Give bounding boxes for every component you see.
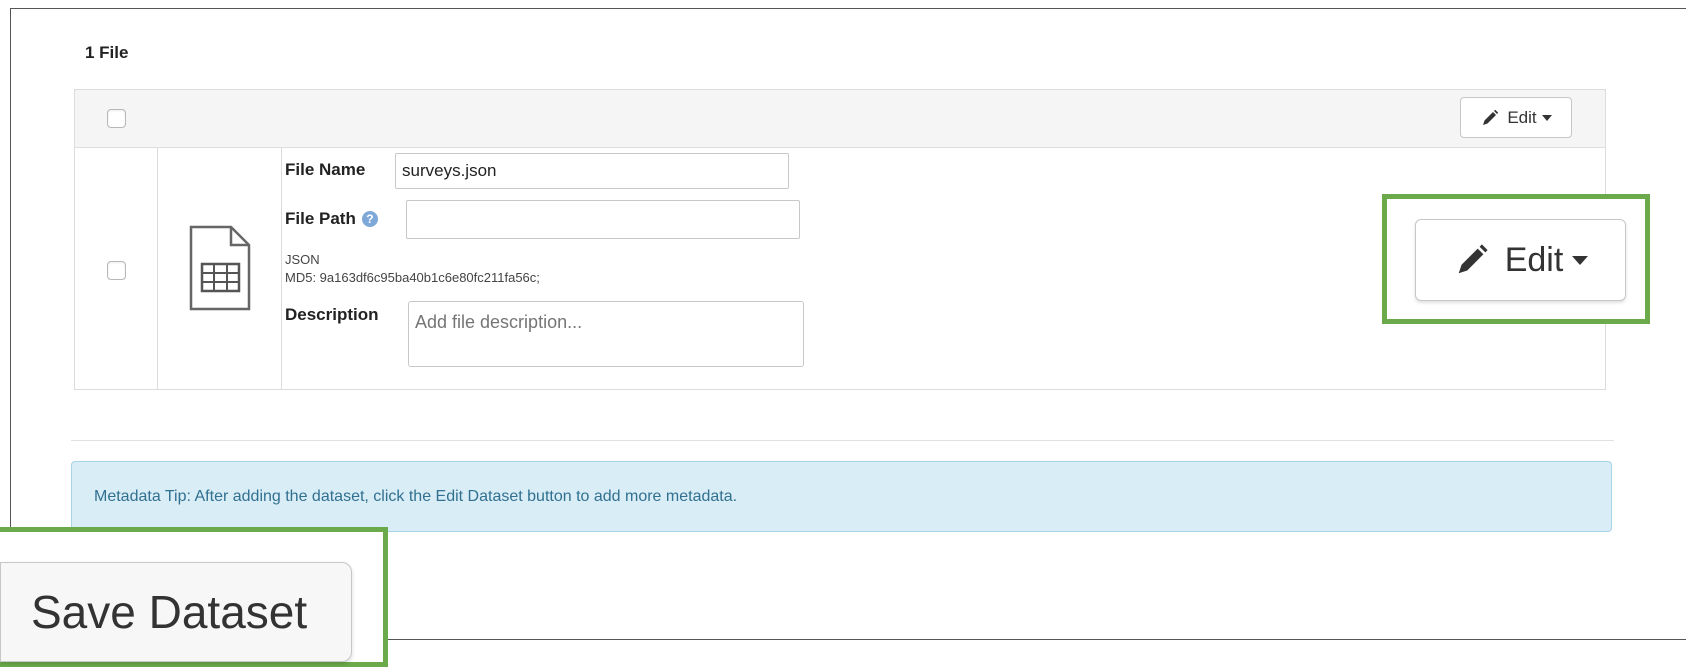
- edit-dropdown-button[interactable]: Edit: [1460, 97, 1572, 138]
- file-name-input[interactable]: [395, 153, 789, 189]
- chevron-down-icon: [1541, 114, 1552, 121]
- column-divider: [157, 147, 158, 389]
- edit-button-label: Edit: [1507, 107, 1537, 127]
- pencil-icon: [1483, 109, 1499, 125]
- edit-callout-highlight: Edit: [1382, 194, 1650, 324]
- edit-button-label: Edit: [1504, 240, 1564, 279]
- file-path-label: File Path: [285, 209, 356, 228]
- column-divider: [281, 147, 282, 389]
- save-callout-highlight: Save Dataset: [0, 527, 388, 667]
- pencil-icon: [1458, 244, 1488, 274]
- section-divider: [71, 440, 1614, 441]
- spreadsheet-file-icon: [189, 225, 251, 311]
- file-count-heading: 1 File: [85, 43, 129, 62]
- chevron-down-icon: [1572, 255, 1589, 265]
- edit-dropdown-button-zoomed[interactable]: Edit: [1415, 219, 1626, 301]
- file-path-label-group: File Path?: [285, 209, 378, 229]
- metadata-tip-alert: Metadata Tip: After adding the dataset, …: [71, 461, 1612, 532]
- save-dataset-button[interactable]: Save Dataset: [0, 562, 352, 662]
- description-textarea[interactable]: [408, 301, 804, 367]
- file-type: JSON: [285, 252, 320, 267]
- help-icon[interactable]: ?: [361, 211, 378, 227]
- files-table: Edit File Name File Path? JSON MD5: 9a16…: [74, 89, 1606, 390]
- md5-checksum: MD5: 9a163df6c95ba40b1c6e80fc211fa56c;: [285, 270, 540, 285]
- file-name-label: File Name: [285, 160, 366, 179]
- metadata-tip-text: Metadata Tip: After adding the dataset, …: [94, 487, 738, 505]
- file-path-input[interactable]: [406, 200, 800, 239]
- table-header: Edit: [75, 90, 1605, 148]
- description-label: Description: [285, 305, 379, 324]
- row-select-checkbox[interactable]: [107, 261, 126, 280]
- select-all-checkbox[interactable]: [107, 109, 126, 128]
